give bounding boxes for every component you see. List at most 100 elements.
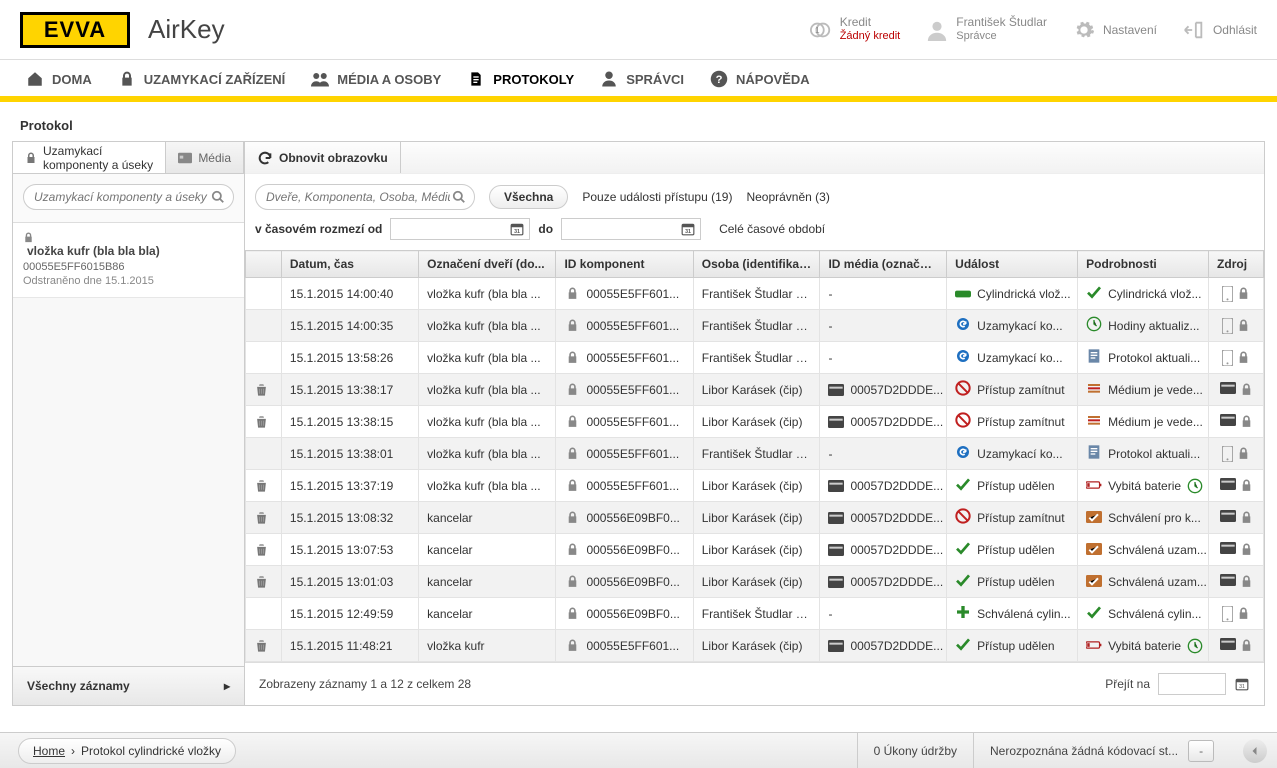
cell-detail: Protokol aktuali... xyxy=(1078,342,1209,374)
lock-icon xyxy=(564,286,580,302)
source-icons xyxy=(1217,286,1255,302)
cell-date: 15.1.2015 13:58:26 xyxy=(281,342,418,374)
detail-icon xyxy=(1086,541,1102,558)
cell-detail: Schválená uzam... xyxy=(1078,566,1209,598)
table-row[interactable]: 15.1.2015 14:00:35 vložka kufr (bla bla … xyxy=(246,310,1264,342)
svg-text:31: 31 xyxy=(1239,684,1245,690)
logout-button[interactable]: Odhlásit xyxy=(1183,19,1257,41)
delete-row-button[interactable] xyxy=(254,382,273,398)
cell-date: 15.1.2015 14:00:35 xyxy=(281,310,418,342)
date-to-input[interactable]: 31 xyxy=(561,218,701,240)
cell-person: František Študlar (9... xyxy=(693,598,820,630)
table-row[interactable]: 15.1.2015 13:38:15 vložka kufr (bla bla … xyxy=(246,406,1264,438)
col-door[interactable]: Označení dveří (do... xyxy=(419,251,556,278)
nav-protocols[interactable]: PROTOKOLY xyxy=(467,70,574,88)
clock-icon xyxy=(1187,638,1203,654)
table-row[interactable]: 15.1.2015 11:48:21 vložka kufr 00055E5FF… xyxy=(246,630,1264,662)
cell-media: 00057D2DDDE... xyxy=(820,470,947,502)
delete-row-button[interactable] xyxy=(254,414,273,430)
table-row[interactable]: 15.1.2015 12:49:59 kancelar 000556E09BF0… xyxy=(246,598,1264,630)
table-row[interactable]: 15.1.2015 13:07:53 kancelar 000556E09BF0… xyxy=(246,534,1264,566)
cell-person: Libor Karásek (čip) xyxy=(693,566,820,598)
all-records-button[interactable]: Všechny záznamy ▸ xyxy=(13,666,244,705)
lock-icon xyxy=(564,542,580,558)
coding-station-expand[interactable]: - xyxy=(1188,740,1214,762)
table-row[interactable]: 15.1.2015 14:00:40 vložka kufr (bla bla … xyxy=(246,278,1264,310)
lock-icon xyxy=(564,350,580,366)
cell-detail: Protokol aktuali... xyxy=(1078,438,1209,470)
delete-row-button[interactable] xyxy=(254,510,273,526)
col-event[interactable]: Událost xyxy=(947,251,1078,278)
refresh-button[interactable]: Obnovit obrazovku xyxy=(245,142,401,173)
delete-row-button[interactable] xyxy=(254,542,273,558)
breadcrumb-home[interactable]: Home xyxy=(33,744,65,758)
sub-tab-components[interactable]: Uzamykací komponenty a úseky xyxy=(13,142,166,173)
sub-tab-media[interactable]: Média xyxy=(166,142,244,173)
user-name: František Študlar xyxy=(956,15,1047,30)
user-button[interactable]: František Študlar Správce xyxy=(926,15,1047,44)
goto-input[interactable] xyxy=(1158,673,1226,695)
credit-icon: 1 xyxy=(810,19,832,41)
delete-row-button[interactable] xyxy=(254,574,273,590)
date-from-label: v časovém rozmezí od xyxy=(255,222,382,236)
cell-detail: Vybitá baterie xyxy=(1078,470,1209,502)
table-row[interactable]: 15.1.2015 13:58:26 vložka kufr (bla bla … xyxy=(246,342,1264,374)
cell-person: Libor Karásek (čip) xyxy=(693,630,820,662)
scroll-indicator-button[interactable] xyxy=(1243,739,1267,763)
delete-row-button[interactable] xyxy=(254,638,273,654)
nav-home[interactable]: DOMA xyxy=(26,70,92,88)
delete-row-button[interactable] xyxy=(254,478,273,494)
col-comp[interactable]: ID komponent xyxy=(556,251,693,278)
cell-door: vložka kufr (bla bla ... xyxy=(419,470,556,502)
table-row[interactable]: 15.1.2015 13:38:17 vložka kufr (bla bla … xyxy=(246,374,1264,406)
event-icon xyxy=(955,636,971,655)
header-actions: 1 Kredit Žádný kredit František Študlar … xyxy=(810,15,1257,44)
sub-tab-components-label: Uzamykací komponenty a úseky xyxy=(43,144,153,172)
credit-button[interactable]: 1 Kredit Žádný kredit xyxy=(810,15,901,44)
nav-help[interactable]: ? NÁPOVĚDA xyxy=(710,70,810,88)
col-delete[interactable] xyxy=(246,251,282,278)
cell-component: 00055E5FF601... xyxy=(556,470,693,502)
table-row[interactable]: 15.1.2015 13:08:32 kancelar 000556E09BF0… xyxy=(246,502,1264,534)
cell-source xyxy=(1209,438,1264,470)
detail-icon xyxy=(1086,284,1102,303)
nav-locks[interactable]: UZAMYKACÍ ZAŘÍZENÍ xyxy=(118,70,286,88)
table-row[interactable]: 15.1.2015 13:38:01 vložka kufr (bla bla … xyxy=(246,438,1264,470)
filter-all-button[interactable]: Všechna xyxy=(489,185,568,209)
calendar-icon[interactable]: 31 xyxy=(1234,676,1250,692)
nav-home-label: DOMA xyxy=(52,72,92,87)
sidebar-search-input[interactable] xyxy=(32,189,211,205)
sidebar-search[interactable] xyxy=(23,184,234,210)
col-source[interactable]: Zdroj xyxy=(1209,251,1264,278)
svg-text:1: 1 xyxy=(815,25,820,34)
table-row[interactable]: 15.1.2015 13:01:03 kancelar 000556E09BF0… xyxy=(246,566,1264,598)
filter-access-link[interactable]: Pouze události přístupu (19) xyxy=(582,190,732,204)
col-date[interactable]: Datum, čas xyxy=(281,251,418,278)
col-person[interactable]: Osoba (identifikace) xyxy=(693,251,820,278)
col-detail[interactable]: Podrobnosti xyxy=(1078,251,1209,278)
main-search-input[interactable] xyxy=(264,189,452,205)
nav-media[interactable]: MÉDIA A OSOBY xyxy=(311,70,441,88)
cell-detail: Hodiny aktualiz... xyxy=(1078,310,1209,342)
user-icon xyxy=(926,19,948,41)
maintenance-button[interactable]: 0 Úkony údržby xyxy=(857,733,973,768)
cell-detail: Médium je vede... xyxy=(1078,406,1209,438)
table-row[interactable]: 15.1.2015 13:37:19 vložka kufr (bla bla … xyxy=(246,470,1264,502)
nav-admins[interactable]: SPRÁVCI xyxy=(600,70,684,88)
filter-unauth-link[interactable]: Neoprávněn (3) xyxy=(746,190,829,204)
settings-button[interactable]: Nastavení xyxy=(1073,19,1157,41)
whole-period-link[interactable]: Celé časové období xyxy=(719,222,825,236)
col-media[interactable]: ID média (označení) xyxy=(820,251,947,278)
cell-person: Libor Karásek (čip) xyxy=(693,502,820,534)
main-search[interactable] xyxy=(255,184,475,210)
date-from-input[interactable]: 31 xyxy=(390,218,530,240)
sidebar-item-vlozka[interactable]: vložka kufr (bla bla bla) 00055E5FF6015B… xyxy=(13,223,244,298)
coding-station-status[interactable]: Nerozpoznána žádná kódovací st... - xyxy=(973,733,1233,768)
lock-icon xyxy=(564,638,580,654)
gear-icon xyxy=(1073,19,1095,41)
table-header-row: Datum, čas Označení dveří (do... ID komp… xyxy=(246,251,1264,278)
event-icon xyxy=(955,508,971,527)
cell-door: vložka kufr (bla bla ... xyxy=(419,342,556,374)
card-icon xyxy=(828,478,844,494)
product-name: AirKey xyxy=(148,14,225,45)
